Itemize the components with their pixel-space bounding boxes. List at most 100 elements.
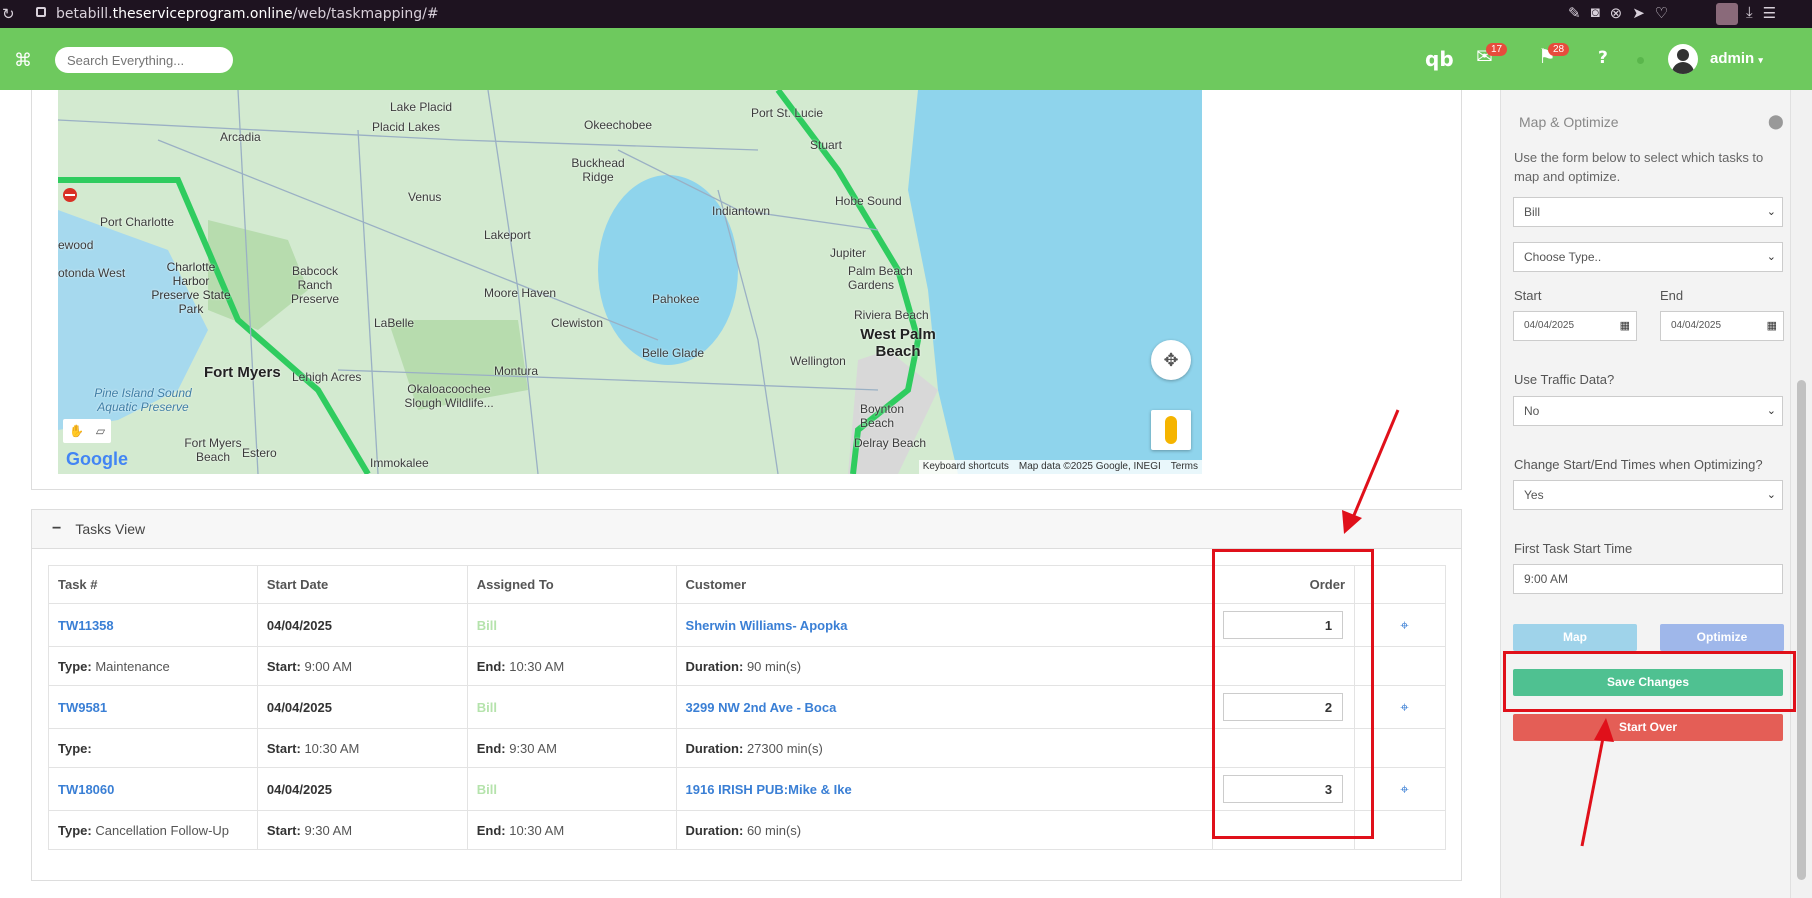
expand-icon[interactable]: ⌘ [14,50,32,71]
map-label: LaBelle [374,316,415,330]
profile-icon[interactable] [1716,3,1738,25]
task-link[interactable]: TW18060 [58,782,114,797]
start-over-button[interactable]: Start Over [1513,714,1783,741]
map-label: Babcock Ranch Preserve [290,264,340,306]
user-select[interactable]: Bill ⌄ [1513,197,1783,227]
menu-icon[interactable]: ☰ [1763,4,1776,22]
flag-count-badge: 28 [1548,43,1570,56]
customer-link[interactable]: 3299 NW 2nd Ave - Boca [686,700,837,715]
hand-icon[interactable]: ✋ [69,424,84,438]
task-id-cell: TW11358 [48,603,258,647]
camera-control-icon[interactable]: ✥ [1151,340,1191,380]
end-date-input[interactable]: 04/04/2025 ▦ [1660,311,1784,341]
quickbooks-icon[interactable]: qb [1425,47,1454,71]
end-time-cell: End: 10:30 AM [466,810,677,850]
start-date-input[interactable]: 04/04/2025 ▦ [1513,311,1637,341]
map-label: Immokalee [370,456,429,470]
column-header-start-date: Start Date [256,565,468,604]
type-cell: Type: Cancellation Follow-Up [48,810,258,850]
map-label: Belle Glade [642,346,705,360]
calendar-icon: ▦ [1766,320,1777,332]
type-cell: Type: [48,728,258,768]
task-link[interactable]: TW11358 [58,618,114,633]
optimize-button[interactable]: Optimize [1660,624,1784,651]
tasks-panel-header[interactable]: − Tasks View [32,510,1461,549]
first-start-input[interactable]: 9:00 AM [1513,564,1783,594]
task-link[interactable]: TW9581 [58,700,107,715]
terms-link[interactable]: Terms [1171,461,1198,473]
map-label: Delray Beach [854,436,927,450]
camera-icon[interactable]: ◙ [1591,4,1600,22]
customer-link[interactable]: Sherwin Williams- Apopka [686,618,848,633]
traffic-select[interactable]: No ⌄ [1513,396,1783,426]
map-label: Pine Island Sound Aquatic Preserve [94,386,192,414]
map-label: Fort Myers Beach [184,436,242,464]
edit-icon[interactable]: ✎ [1568,4,1581,22]
column-header-task: Task # [48,565,258,604]
page-scrollbar[interactable] [1790,90,1812,898]
browser-menu-icons: ⤓ ☰ [1746,4,1776,22]
map-label: Okeechobee [584,118,653,132]
map-label: Lehigh Acres [292,370,362,384]
map-label: Venus [408,190,442,204]
map-label: Stuart [810,138,843,152]
map-label: Montura [494,364,539,378]
start-time-cell: Start: 9:00 AM [256,646,468,686]
collapse-icon[interactable]: − [52,520,61,538]
map-label: Placid Lakes [372,120,441,134]
browser-address-bar: ↻ betabill.theserviceprogram.online/web/… [0,0,1812,28]
sidebar-description: Use the form below to select which tasks… [1514,150,1764,184]
map-label: Arcadia [220,130,261,144]
url-text[interactable]: betabill.theserviceprogram.online/web/ta… [56,6,439,22]
lock-icon [36,7,46,17]
send-icon[interactable]: ➤ [1632,4,1645,22]
customer-link[interactable]: 1916 IRISH PUB:Mike & Ike [686,782,852,797]
search-input[interactable] [55,47,233,73]
locate-target-icon[interactable]: ⌖ [1400,617,1408,634]
map-label: Okaloacoochee Slough Wildlife... [404,382,494,410]
sidebar-title: Map & Optimize [1519,114,1619,130]
type-select[interactable]: Choose Type.. ⌄ [1513,242,1783,272]
map-label: Pahokee [652,292,700,306]
start-date-cell: 04/04/2025 [256,685,468,729]
start-time-cell: Start: 10:30 AM [256,728,468,768]
map-label: Palm Beach Gardens [848,264,913,292]
duration-cell: Duration: 90 min(s) [675,646,1214,686]
traffic-label: Use Traffic Data? [1514,372,1615,387]
end-time-cell: End: 10:30 AM [466,646,677,686]
change-times-label: Change Start/End Times when Optimizing? [1514,457,1763,472]
avatar[interactable] [1668,44,1698,74]
annotation-box-order [1212,549,1374,839]
duration-cell: Duration: 60 min(s) [675,810,1214,850]
reload-icon[interactable]: ↻ [2,5,15,23]
customer-cell: 3299 NW 2nd Ave - Boca [675,685,1214,729]
download-icon[interactable]: ⤓ [1746,4,1753,22]
keyboard-shortcuts-link[interactable]: Keyboard shortcuts [923,461,1009,473]
google-logo: Google [66,449,128,469]
user-menu[interactable]: admin ▾ [1710,50,1763,67]
calendar-icon: ▦ [1619,320,1630,332]
annotation-box-save [1503,651,1796,712]
start-date-cell: 04/04/2025 [256,603,468,647]
map-label: Lakeport [484,228,531,242]
map-label: Boynton Beach [860,402,905,430]
locate-target-icon[interactable]: ⌖ [1400,781,1408,798]
type-cell: Type: Maintenance [48,646,258,686]
map-button[interactable]: Map [1513,624,1637,651]
polygon-icon[interactable]: ▱ [96,424,105,438]
customer-cell: Sherwin Williams- Apopka [675,603,1214,647]
locate-target-icon[interactable]: ⌖ [1400,699,1408,716]
change-times-select[interactable]: Yes ⌄ [1513,480,1783,510]
help-icon[interactable]: ? [1598,48,1608,68]
shield-icon[interactable]: ⊗ [1610,4,1623,22]
map-label: Hobe Sound [835,194,902,208]
map-label: Buckhead Ridge [571,156,625,184]
map-label: Jupiter [830,246,867,260]
map-label: Lake Placid [390,100,453,114]
map-label: Charlotte Harbor Preserve State Park [151,260,231,316]
route-map[interactable]: Lake Placid Placid Lakes Okeechobee Port… [58,90,1202,474]
heart-icon[interactable]: ♡ [1655,4,1668,22]
map-label: ewood [58,238,94,252]
street-view-pegman-icon[interactable] [1151,410,1191,450]
browser-extension-icons: ✎ ◙ ⊗ ➤ ♡ [1568,4,1668,22]
